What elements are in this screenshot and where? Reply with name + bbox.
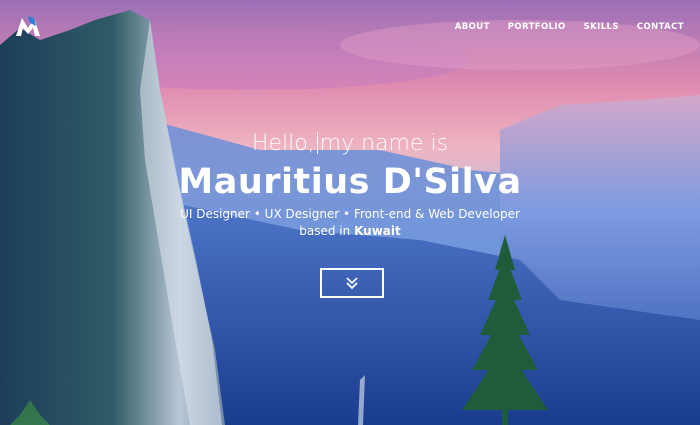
- main-nav: ABOUT PORTFOLIO SKILLS CONTACT: [455, 22, 684, 32]
- location-prefix: based in: [299, 224, 355, 238]
- scroll-down-button[interactable]: [320, 268, 384, 298]
- person-name: Mauritius D'Silva: [178, 162, 522, 202]
- double-chevron-down-icon: [346, 277, 358, 290]
- greeting-rest: my name is: [319, 131, 449, 156]
- location-line: based in Kuwait: [0, 224, 700, 238]
- nav-link-about[interactable]: ABOUT: [455, 22, 490, 32]
- nav-link-skills[interactable]: SKILLS: [584, 22, 619, 32]
- typing-cursor: [316, 132, 318, 154]
- nav-link-portfolio[interactable]: PORTFOLIO: [508, 22, 566, 32]
- nav-link-contact[interactable]: CONTACT: [637, 22, 684, 32]
- hero-section: ABOUT PORTFOLIO SKILLS CONTACT Hello, my …: [0, 0, 700, 425]
- role-description: UI Designer • UX Designer • Front-end & …: [180, 207, 520, 221]
- greeting-hello: Hello,: [251, 131, 315, 156]
- greeting-line: Hello, my name is: [0, 131, 700, 156]
- logo-icon[interactable]: [14, 14, 42, 38]
- location-name: Kuwait: [354, 224, 401, 238]
